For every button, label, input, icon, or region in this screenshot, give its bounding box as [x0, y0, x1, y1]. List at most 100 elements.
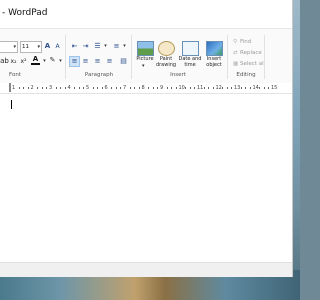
ruler-tick — [208, 87, 210, 89]
window-title: - WordPad — [2, 8, 48, 18]
ruler-tick — [92, 87, 94, 89]
ruler-number: 2 — [30, 85, 34, 91]
ruler-tick — [41, 87, 43, 89]
justify-icon[interactable]: ≡ — [105, 57, 114, 66]
ruler-tick — [249, 87, 251, 89]
ruler-track: 1 2 3 4 5 6 7 8 9 10 11 12 13 14 15 — [10, 85, 292, 91]
ruler-number: 4 — [67, 85, 71, 91]
font-family-combobox[interactable]: ▾ — [0, 41, 18, 53]
ruler-tick — [212, 87, 214, 89]
replace-label: Replace — [240, 50, 262, 56]
ruler-number: 10 — [178, 85, 185, 91]
ruler-tick — [60, 87, 62, 89]
picture-icon — [137, 41, 154, 56]
chevron-down-icon: ▾ — [13, 44, 16, 50]
ruler-tick — [115, 87, 117, 89]
increase-indent-icon[interactable]: ⇥ — [81, 42, 90, 51]
chevron-down-icon[interactable]: ▾ — [101, 42, 110, 51]
insert-object-icon — [206, 41, 223, 56]
align-left-icon[interactable]: ≡ — [69, 56, 80, 67]
insert-object-button[interactable]: Insert object — [203, 39, 225, 77]
insert-group-label: Insert — [170, 72, 186, 78]
ruler-tick — [37, 87, 39, 89]
ruler-tick — [222, 87, 224, 89]
title-bar[interactable]: - WordPad — [0, 0, 292, 28]
editing-group-label: Editing — [236, 72, 256, 78]
grow-font-icon[interactable]: A — [43, 42, 52, 51]
replace-icon: ⇄ — [233, 50, 238, 56]
ruler-number: 6 — [104, 85, 108, 91]
ruler[interactable]: 1 2 3 4 5 6 7 8 9 10 11 12 13 14 15 — [0, 83, 292, 94]
decrease-indent-icon[interactable]: ⇤ — [70, 42, 79, 51]
ruler-tick — [101, 87, 103, 89]
select-all-label: Select all — [240, 61, 266, 67]
font-size-value: 11 — [22, 44, 29, 50]
ruler-tick — [148, 87, 150, 89]
ruler-tick — [157, 87, 159, 89]
align-right-icon[interactable]: ≡ — [93, 57, 102, 66]
group-separator — [264, 35, 265, 79]
ruler-number: 7 — [123, 85, 127, 91]
ruler-tick — [245, 87, 247, 89]
chevron-down-icon: ▾ — [142, 63, 145, 69]
ruler-tick — [129, 87, 131, 89]
group-separator — [65, 35, 66, 79]
ruler-tick — [171, 87, 173, 89]
ruler-number: 1 — [12, 85, 16, 91]
paragraph-settings-icon[interactable]: ▤ — [119, 57, 128, 66]
text-color-icon[interactable]: A — [31, 56, 40, 65]
ruler-tick — [55, 87, 57, 89]
ruler-tick — [138, 87, 140, 89]
ruler-tick — [226, 87, 228, 89]
ruler-number: 11 — [197, 85, 204, 91]
ruler-tick — [46, 87, 48, 89]
ruler-tick — [185, 87, 187, 89]
ribbon: ▾ 11 ▾ A A ab x₂ x² A ▾ ✎ ▾ Font ⇤ ⇥ ☰ ▾… — [0, 28, 292, 84]
ruler-tick — [152, 87, 154, 89]
ruler-number: 14 — [252, 85, 259, 91]
find-button[interactable]: ⚲ Find — [233, 39, 251, 45]
ruler-tick — [231, 87, 233, 89]
ruler-tick — [64, 87, 66, 89]
ruler-tick — [120, 87, 122, 89]
ruler-tick — [240, 87, 242, 89]
ruler-tick — [27, 87, 29, 89]
ruler-number: 5 — [86, 85, 90, 91]
ruler-number: 12 — [215, 85, 222, 91]
chevron-down-icon: ▾ — [37, 44, 40, 50]
chevron-down-icon[interactable]: ▾ — [120, 42, 129, 51]
document-area[interactable] — [0, 94, 292, 276]
ruler-number: 9 — [160, 85, 164, 91]
shrink-font-icon[interactable]: A — [53, 42, 62, 51]
replace-button[interactable]: ⇄ Replace — [233, 50, 262, 56]
ruler-tick — [189, 87, 191, 89]
align-center-icon[interactable]: ≡ — [81, 57, 90, 66]
ruler-tick — [97, 87, 99, 89]
subscript-icon[interactable]: x₂ — [9, 57, 18, 66]
chevron-down-icon[interactable]: ▾ — [56, 57, 65, 66]
paragraph-group-label: Paragraph — [84, 72, 114, 78]
font-size-combobox[interactable]: 11 ▾ — [20, 41, 42, 53]
ruler-tick — [18, 87, 20, 89]
find-label: Find — [240, 39, 252, 45]
ruler-tick — [166, 87, 168, 89]
ruler-tick — [74, 87, 76, 89]
ruler-tick — [194, 87, 196, 89]
ruler-number: 13 — [234, 85, 241, 91]
group-separator — [227, 35, 228, 79]
select-all-button[interactable]: ▦ Select all — [233, 61, 265, 67]
ruler-tick — [78, 87, 80, 89]
ruler-tick — [263, 87, 265, 89]
strikethrough-icon[interactable]: ab — [0, 57, 9, 66]
wordpad-window: - WordPad ▾ 11 ▾ A A ab x₂ x² A ▾ ✎ ▾ Fo… — [0, 0, 293, 277]
date-time-icon — [182, 41, 199, 56]
ruler-tick — [259, 87, 261, 89]
ruler-tick — [83, 87, 85, 89]
binoculars-icon: ⚲ — [233, 39, 238, 45]
ruler-number: 8 — [141, 85, 145, 91]
text-caret — [11, 100, 12, 109]
superscript-icon[interactable]: x² — [19, 57, 28, 66]
ruler-tick — [268, 87, 270, 89]
select-all-icon: ▦ — [233, 61, 239, 67]
ruler-tick — [23, 87, 25, 89]
